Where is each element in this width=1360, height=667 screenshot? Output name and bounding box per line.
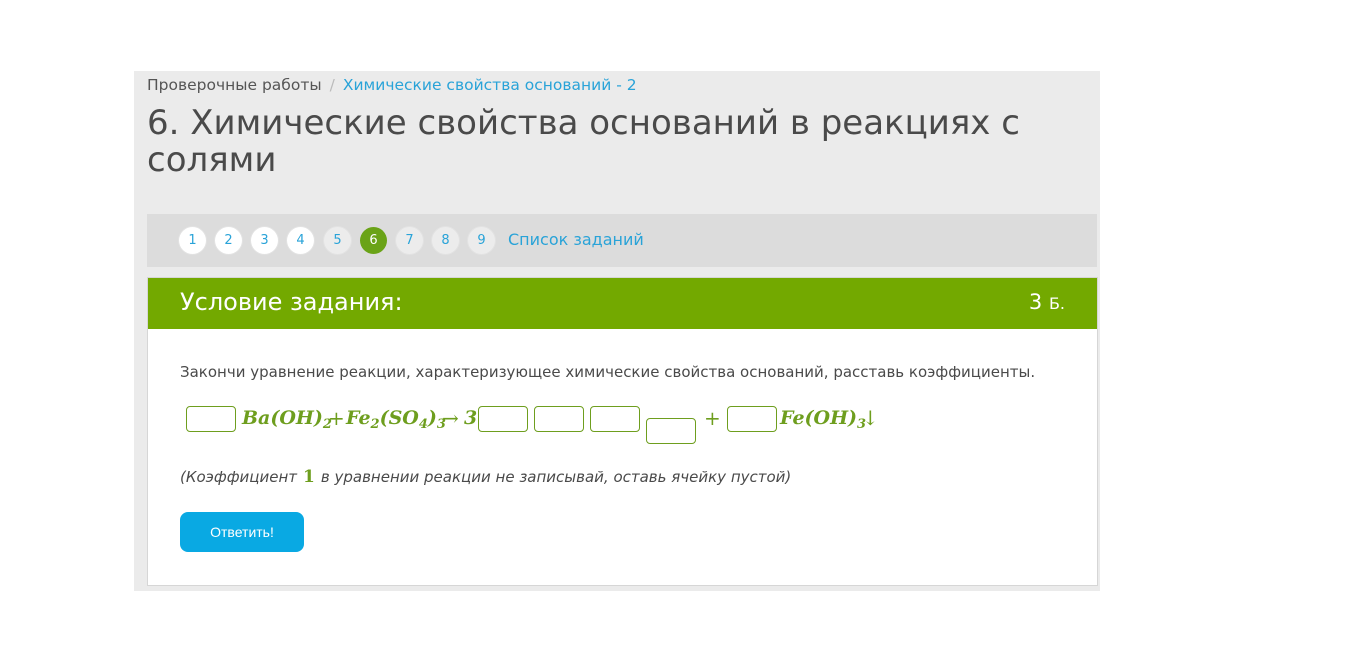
precipitate-arrow-icon: ↓ <box>862 406 879 430</box>
plus-sign-2: + <box>704 406 721 430</box>
page-button-9[interactable]: 9 <box>468 227 495 254</box>
product-element-input-1[interactable] <box>478 406 528 432</box>
page-button-4[interactable]: 4 <box>287 227 314 254</box>
reaction-equation: Ba(OH)2 + Fe2(SO4)3 → 3 + Fe(OH)3 ↓ <box>186 404 946 448</box>
page-button-5[interactable]: 5 <box>324 227 351 254</box>
task-points: 3 Б. <box>1029 290 1065 314</box>
coefficient-input-1[interactable] <box>186 406 236 432</box>
page-button-8[interactable]: 8 <box>432 227 459 254</box>
page-button-3[interactable]: 3 <box>251 227 278 254</box>
reactant-iron-sulfate: Fe2(SO4)3 <box>346 407 446 432</box>
task-card: Условие задания: 3 Б. Закончи уравнение … <box>147 277 1098 586</box>
product-element-input-3[interactable] <box>590 406 640 432</box>
breadcrumb-root[interactable]: Проверочные работы <box>147 76 322 94</box>
task-list-link[interactable]: Список заданий <box>508 230 644 249</box>
task-hint: (Коэффициент 1 в уравнении реакции не запи… <box>180 467 792 487</box>
page-button-1[interactable]: 1 <box>179 227 206 254</box>
reaction-arrow: → <box>442 406 459 430</box>
product-subscript-input[interactable] <box>646 418 696 444</box>
page-title: 6. Химические свойства оснований в реакц… <box>147 103 1020 180</box>
page-button-7[interactable]: 7 <box>396 227 423 254</box>
product-element-input-2[interactable] <box>534 406 584 432</box>
product-coefficient: 3 <box>464 407 478 429</box>
task-points-unit: Б. <box>1048 294 1065 313</box>
hint-coefficient: 1 <box>303 467 315 487</box>
plus-sign: + <box>328 406 345 430</box>
product-iron-hydroxide: Fe(OH)3 <box>780 407 867 432</box>
submit-answer-button[interactable]: Ответить! <box>180 512 304 552</box>
task-instruction: Закончи уравнение реакции, характеризующ… <box>180 363 1036 381</box>
page-button-6-active[interactable]: 6 <box>360 227 387 254</box>
task-header: Условие задания: 3 Б. <box>148 278 1097 329</box>
page-button-2[interactable]: 2 <box>215 227 242 254</box>
breadcrumb-current[interactable]: Химические свойства оснований - 2 <box>343 76 637 94</box>
task-panel: Проверочные работы / Химические свойства о… <box>134 71 1100 591</box>
reactant-barium-hydroxide: Ba(OH)2 <box>242 407 332 432</box>
task-pager: 1 2 3 4 5 6 7 8 9 Список заданий <box>147 214 1097 267</box>
task-points-value: 3 <box>1028 290 1043 314</box>
task-header-title: Условие задания: <box>180 288 403 316</box>
coefficient-input-2[interactable] <box>727 406 777 432</box>
breadcrumb: Проверочные работы / Химические свойства о… <box>147 76 637 94</box>
breadcrumb-separator: / <box>329 76 335 94</box>
